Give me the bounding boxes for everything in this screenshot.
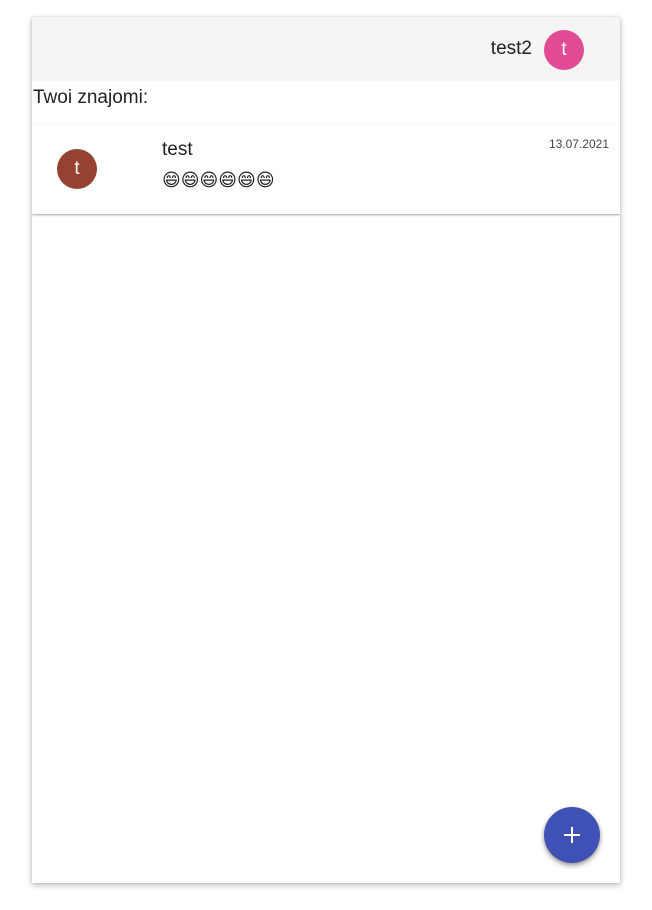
friend-avatar: t [57, 149, 97, 189]
friend-list-item[interactable]: t test 😄😄😄😄😄😄 13.07.2021 [32, 125, 620, 214]
friend-message-date: 13.07.2021 [548, 137, 609, 151]
friends-section-title: Twoi znajomi: [33, 87, 149, 108]
user-avatar[interactable]: t [544, 30, 584, 70]
app-window: test2 t Twoi znajomi: t test 😄😄😄😄😄😄 13.0… [32, 17, 620, 883]
plus-icon [564, 827, 580, 843]
friend-last-message: 😄😄😄😄😄😄 [162, 170, 275, 190]
add-friend-button[interactable] [544, 807, 600, 863]
header-username: test2 [490, 38, 532, 59]
header-bar: test2 t [32, 17, 620, 81]
friend-name: test [162, 139, 193, 160]
